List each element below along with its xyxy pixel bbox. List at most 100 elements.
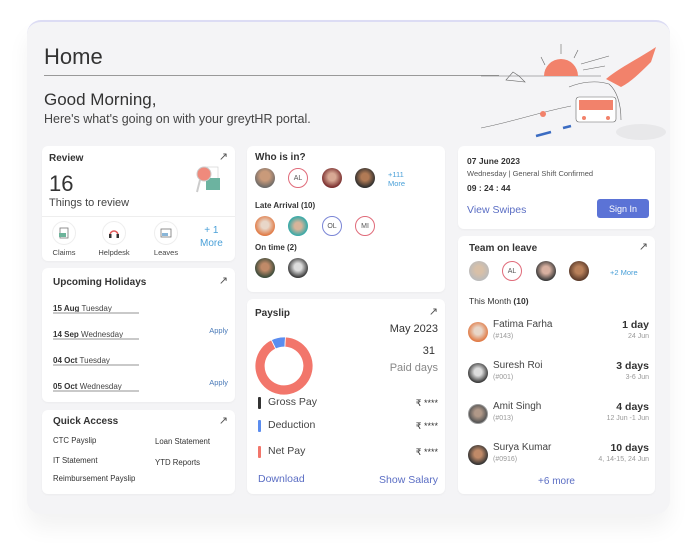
ytd-reports-link[interactable]: YTD Reports — [155, 458, 200, 467]
member-name: Surya Kumar — [493, 442, 552, 453]
holiday-item: 05 Oct Wednesday Apply — [53, 376, 228, 396]
apply-link[interactable]: Apply — [209, 378, 228, 387]
member-name: Fatima Farha — [493, 319, 553, 330]
helpdesk-label: Helpdesk — [98, 248, 130, 257]
avatar — [468, 322, 488, 342]
month-count: (10) — [513, 296, 529, 306]
leave-dates: 3-6 Jun — [625, 374, 649, 381]
gross-pay-row: Gross Pay ₹ **** — [258, 396, 438, 410]
ctc-payslip-link[interactable]: CTC Payslip — [53, 436, 96, 445]
claims-icon — [59, 227, 69, 239]
team-leave-more-link[interactable]: +2 More — [610, 268, 638, 277]
who-is-in-card: Who is in? AL +111 More Late Arrival (10… — [247, 146, 445, 292]
member-id: (#143) — [493, 333, 514, 340]
greeting: Good Morning, — [44, 90, 157, 109]
deduction-value: ₹ **** — [415, 421, 438, 431]
payslip-card: Payslip ↗ May 2023 31 Paid days Gross Pa… — [247, 299, 445, 494]
more-leaves-link[interactable]: +6 more — [458, 476, 655, 487]
leaves-icon — [160, 228, 172, 238]
avatar-initials[interactable]: AL — [288, 168, 308, 188]
review-card: Review ↗ 16 Things to review Claims Help… — [42, 146, 235, 261]
avatar-initials[interactable]: OL — [322, 216, 342, 236]
holiday-underline — [53, 338, 139, 340]
payslip-month: May 2023 — [389, 323, 438, 335]
avatar[interactable] — [569, 261, 589, 281]
claims-label: Claims — [52, 248, 76, 257]
deduction-label: Deduction — [268, 419, 316, 431]
leave-list-item[interactable]: Amit Singh (#013) 4 days 12 Jun -1 Jun — [468, 401, 649, 427]
leave-days: 3 days — [616, 360, 649, 372]
gross-pay-label: Gross Pay — [268, 396, 318, 408]
leave-list-item[interactable]: Surya Kumar (#0916) 10 days 4, 14-15, 24… — [468, 442, 649, 468]
view-swipes-link[interactable]: View Swipes — [467, 204, 526, 216]
review-title: Review — [49, 153, 84, 164]
avatar[interactable] — [255, 216, 275, 236]
month-label: This Month — [469, 296, 512, 306]
deduction-row: Deduction ₹ **** — [258, 419, 438, 433]
leave-days: 4 days — [616, 401, 649, 413]
avatar[interactable] — [255, 168, 275, 188]
greeting-subtitle: Here's what's going on with your greytHR… — [44, 112, 311, 126]
avatar — [468, 445, 488, 465]
avatar-initials[interactable]: MI — [355, 216, 375, 236]
arrow-icon[interactable]: ↗ — [219, 414, 228, 427]
attendance-card: 07 June 2023 Wednesday | General Shift C… — [458, 146, 655, 229]
who-is-in-title: Who is in? — [255, 152, 306, 163]
avatar[interactable] — [469, 261, 489, 281]
on-time-title: On time (2) — [255, 243, 297, 252]
holiday-item: 14 Sep Wednesday Apply — [53, 324, 228, 344]
attendance-clock: 09 : 24 : 44 — [467, 183, 511, 193]
net-pay-row: Net Pay ₹ **** — [258, 445, 438, 459]
avatar[interactable] — [355, 168, 375, 188]
attendance-date: 07 June 2023 — [467, 156, 520, 166]
avatar[interactable] — [536, 261, 556, 281]
net-pay-legend — [258, 446, 261, 458]
review-magnifier-icon — [196, 166, 220, 193]
upcoming-holidays-card: Upcoming Holidays ↗ 15 Aug Tuesday 14 Se… — [42, 268, 235, 402]
avatar[interactable] — [255, 258, 275, 278]
it-statement-link[interactable]: IT Statement — [53, 456, 98, 465]
apply-link[interactable]: Apply — [209, 326, 228, 335]
member-name: Amit Singh — [493, 401, 542, 412]
show-salary-link[interactable]: Show Salary — [379, 474, 438, 486]
reimbursement-payslip-link[interactable]: Reimbursement Payslip — [53, 474, 135, 483]
paid-days-label: Paid days — [389, 362, 438, 374]
gross-pay-value: ₹ **** — [415, 398, 438, 408]
holiday-item: 15 Aug Tuesday — [53, 298, 228, 318]
arrow-icon[interactable]: ↗ — [219, 150, 228, 163]
leave-dates: 12 Jun -1 Jun — [606, 415, 649, 422]
attendance-shift: Wednesday | General Shift Confirmed — [467, 169, 594, 178]
this-month-label: This Month (10) — [469, 296, 529, 306]
leave-days: 10 days — [610, 442, 649, 454]
avatar-initials[interactable]: AL — [502, 261, 522, 281]
helpdesk-button[interactable]: Helpdesk — [94, 221, 134, 257]
payslip-donut-chart — [254, 336, 314, 396]
page-title: Home — [44, 44, 103, 69]
review-more-button[interactable]: + 1 More — [200, 224, 223, 250]
more-count: + 1 — [204, 225, 219, 236]
loan-statement-link[interactable]: Loan Statement — [155, 437, 210, 446]
arrow-icon[interactable]: ↗ — [639, 240, 648, 253]
quick-access-title: Quick Access — [53, 416, 119, 427]
avatar[interactable] — [288, 216, 308, 236]
leave-dates: 4, 14-15, 24 Jun — [598, 456, 649, 463]
member-id: (#0916) — [493, 456, 518, 463]
leaves-button[interactable]: Leaves — [146, 221, 186, 257]
leave-dates: 24 Jun — [627, 333, 649, 340]
member-id: (#013) — [493, 415, 514, 422]
sign-in-button[interactable]: Sign In — [597, 199, 649, 218]
avatar[interactable] — [288, 258, 308, 278]
arrow-icon[interactable]: ↗ — [219, 274, 228, 287]
leave-list-item[interactable]: Fatima Farha (#143) 1 day 24 Jun — [468, 319, 649, 345]
leave-days: 1 day — [622, 319, 649, 331]
more-label: More — [200, 238, 223, 249]
net-pay-label: Net Pay — [268, 445, 306, 457]
download-link[interactable]: Download — [258, 473, 305, 485]
leave-list-item[interactable]: Suresh Roi (#001) 3 days 3-6 Jun — [468, 360, 649, 386]
claims-button[interactable]: Claims — [44, 221, 84, 257]
arrow-icon[interactable]: ↗ — [429, 305, 438, 318]
holiday-underline — [53, 390, 139, 392]
avatar — [468, 404, 488, 424]
who-is-in-more-link[interactable]: +111 More — [388, 170, 405, 188]
avatar[interactable] — [322, 168, 342, 188]
